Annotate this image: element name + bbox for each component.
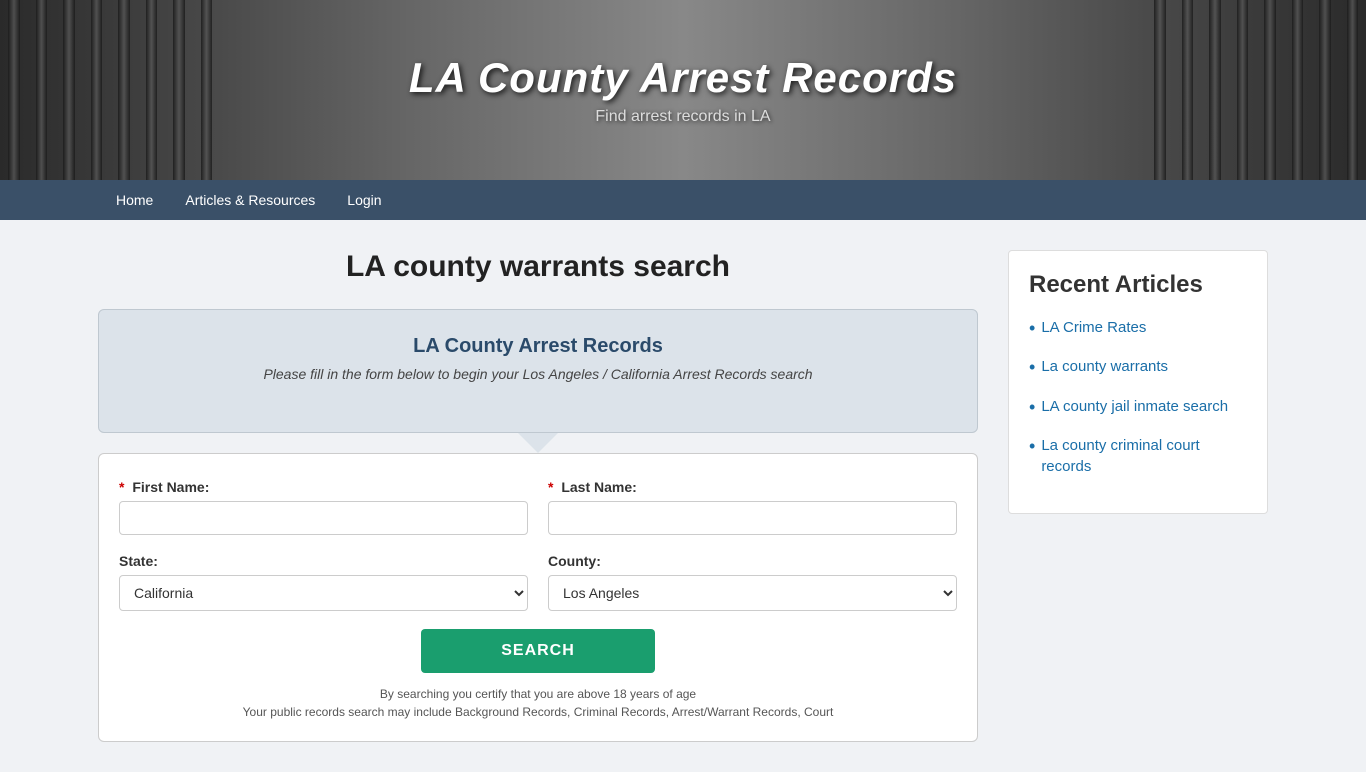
header-content: LA County Arrest Records Find arrest rec… — [409, 54, 957, 126]
site-title: LA County Arrest Records — [409, 54, 957, 102]
main-container: LA county warrants search LA County Arre… — [83, 220, 1283, 772]
bullet-icon: • — [1029, 396, 1035, 419]
last-name-label: * Last Name: — [548, 479, 957, 495]
info-card-subtitle: Please fill in the form below to begin y… — [129, 366, 947, 382]
articles-list: • LA Crime Rates • La county warrants • … — [1029, 317, 1247, 477]
content-area: LA county warrants search LA County Arre… — [98, 250, 978, 742]
county-label: County: — [548, 553, 957, 569]
form-note-2: Your public records search may include B… — [119, 703, 957, 721]
first-name-input[interactable] — [119, 501, 528, 535]
search-btn-wrap: SEARCH — [119, 629, 957, 673]
state-select[interactable]: California — [119, 575, 528, 611]
site-header: LA County Arrest Records Find arrest rec… — [0, 0, 1366, 180]
article-link-2[interactable]: La county warrants — [1041, 356, 1168, 377]
nav-home[interactable]: Home — [100, 180, 169, 220]
last-name-group: * Last Name: — [548, 479, 957, 535]
list-item: • LA county jail inmate search — [1029, 396, 1247, 419]
list-item: • LA Crime Rates — [1029, 317, 1247, 340]
bullet-icon: • — [1029, 356, 1035, 379]
article-link-4[interactable]: La county criminal court records — [1041, 435, 1247, 477]
state-label: State: — [119, 553, 528, 569]
bars-right — [1146, 0, 1366, 180]
county-select[interactable]: Los Angeles — [548, 575, 957, 611]
card-arrow — [518, 433, 558, 453]
nav-articles[interactable]: Articles & Resources — [169, 180, 331, 220]
name-row: * First Name: * Last Name: — [119, 479, 957, 535]
first-name-group: * First Name: — [119, 479, 528, 535]
recent-articles-section: Recent Articles • LA Crime Rates • La co… — [1008, 250, 1268, 514]
list-item: • La county criminal court records — [1029, 435, 1247, 477]
required-star-last: * — [548, 479, 553, 495]
nav-login[interactable]: Login — [331, 180, 397, 220]
search-form: * First Name: * Last Name: State: — [98, 453, 978, 742]
info-card: LA County Arrest Records Please fill in … — [98, 309, 978, 433]
site-nav: Home Articles & Resources Login — [0, 180, 1366, 220]
site-subtitle: Find arrest records in LA — [409, 108, 957, 126]
article-link-1[interactable]: LA Crime Rates — [1041, 317, 1146, 338]
required-star-first: * — [119, 479, 124, 495]
bars-left — [0, 0, 220, 180]
sidebar-title: Recent Articles — [1029, 271, 1247, 299]
info-card-title: LA County Arrest Records — [129, 335, 947, 358]
county-group: County: Los Angeles — [548, 553, 957, 611]
last-name-input[interactable] — [548, 501, 957, 535]
list-item: • La county warrants — [1029, 356, 1247, 379]
state-group: State: California — [119, 553, 528, 611]
first-name-label: * First Name: — [119, 479, 528, 495]
article-link-3[interactable]: LA county jail inmate search — [1041, 396, 1228, 417]
form-note-1: By searching you certify that you are ab… — [119, 685, 957, 703]
location-row: State: California County: Los Angeles — [119, 553, 957, 611]
sidebar: Recent Articles • LA Crime Rates • La co… — [1008, 250, 1268, 742]
bullet-icon: • — [1029, 317, 1035, 340]
bullet-icon: • — [1029, 435, 1035, 458]
page-title: LA county warrants search — [98, 250, 978, 284]
search-button[interactable]: SEARCH — [421, 629, 655, 673]
